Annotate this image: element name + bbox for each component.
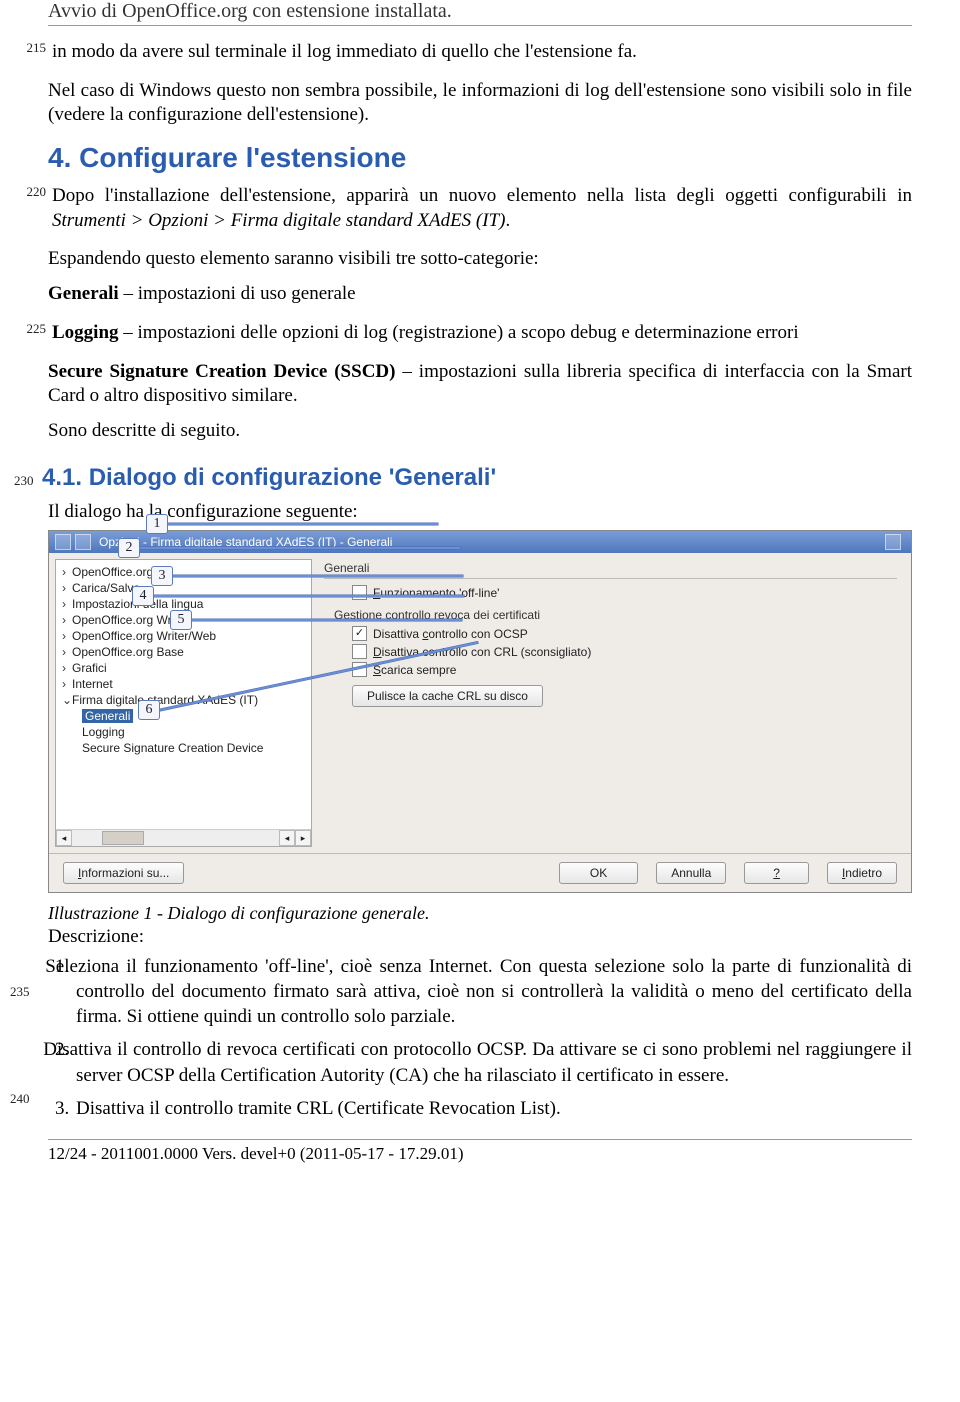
heading-4-1: 4.1. Dialogo di configurazione 'Generali… xyxy=(42,464,496,492)
tree-item[interactable]: ›OpenOffice.org xyxy=(58,564,309,580)
callout-2: 2 xyxy=(118,538,140,558)
tree-label: Grafici xyxy=(72,661,107,675)
line-number-225: 225 xyxy=(16,317,52,337)
paragraph: in modo da avere sul terminale il log im… xyxy=(52,40,912,65)
tree-label: Logging xyxy=(82,725,125,739)
text-bold: Generali xyxy=(48,283,119,304)
ok-button[interactable]: OK xyxy=(559,862,638,884)
list-item: 235 Seleziona il funzionamento 'off-line… xyxy=(74,954,912,1029)
options-dialog: Opzioni - Firma digitale standard XAdES … xyxy=(48,530,912,893)
checkbox-icon[interactable] xyxy=(352,644,367,659)
text: Disattiva il controllo di revoca certifi… xyxy=(43,1039,912,1085)
window-minimize-icon[interactable] xyxy=(885,534,901,550)
page-section-header: Avvio di OpenOffice.org con estensione i… xyxy=(48,0,912,26)
text-italic: Strumenti > Opzioni > Firma digitale sta… xyxy=(52,210,505,231)
page-footer: 12/24 - 2011001.0000 Vers. devel+0 (2011… xyxy=(48,1139,912,1164)
tree-label: OpenOffice.org xyxy=(72,565,153,579)
help-button[interactable]: ? xyxy=(744,862,809,884)
line-number-235: 235 xyxy=(10,983,38,1000)
tree-item[interactable]: ›Carica/Salva xyxy=(58,580,309,596)
scroll-left-icon[interactable]: ◂ xyxy=(279,830,295,846)
tree-label: Secure Signature Creation Device xyxy=(82,741,263,755)
text: Dopo l'installazione dell'estensione, ap… xyxy=(52,185,912,206)
list-item-sscd: Secure Signature Creation Device (SSCD) … xyxy=(48,360,912,409)
back-button[interactable]: Indietro xyxy=(827,862,897,884)
text: . xyxy=(505,210,510,231)
tree-child[interactable]: Secure Signature Creation Device xyxy=(58,740,309,756)
window-control-icon[interactable] xyxy=(55,534,71,550)
tree-item[interactable]: ›Grafici xyxy=(58,660,309,676)
figure-caption: Illustrazione 1 - Dialogo di configurazi… xyxy=(48,903,912,924)
callout-line xyxy=(168,523,438,525)
callout-4: 4 xyxy=(132,586,154,606)
callout-5: 5 xyxy=(170,610,192,630)
tree-label: OpenOffice.org Base xyxy=(72,645,184,659)
text: – impostazioni di uso generale xyxy=(119,283,356,304)
line-number-215: 215 xyxy=(16,36,52,56)
figure-dialog: 1 2 3 4 5 6 Opzioni - Firma digitale sta… xyxy=(48,530,912,893)
tree-label: OpenOffice.org Writer/Web xyxy=(72,629,216,643)
tree-item[interactable]: ›OpenOffice.org Writer/Web xyxy=(58,628,309,644)
checkbox-ocsp[interactable]: Disattiva controllo con OCSP Disattiva c… xyxy=(352,626,897,641)
callout-line xyxy=(154,595,464,597)
checkbox-label: Disattiva controllo con OCSP xyxy=(373,627,528,641)
callout-1: 1 xyxy=(146,514,168,534)
text: – impostazioni delle opzioni di log (reg… xyxy=(119,322,799,343)
clear-cache-button[interactable]: Pulisce la cache CRL su disco xyxy=(352,685,543,707)
tree-child[interactable]: Logging xyxy=(58,724,309,740)
numbered-list: 235 Seleziona il funzionamento 'off-line… xyxy=(48,954,912,1120)
text: Seleziona il funzionamento 'off-line', c… xyxy=(45,956,912,1027)
list-item: 240 Disattiva il controllo di revoca cer… xyxy=(74,1037,912,1087)
checkbox-label: FFunzionamento 'off-line'unzionamento 'o… xyxy=(373,586,499,600)
text-bold: Secure Signature Creation Device (SSCD) xyxy=(48,361,395,382)
paragraph: Nel caso di Windows questo non sembra po… xyxy=(48,79,912,128)
dialog-titlebar[interactable]: Opzioni - Firma digitale standard XAdES … xyxy=(49,531,911,553)
tree-child-selected[interactable]: Generali xyxy=(58,708,309,724)
paragraph: Dopo l'installazione dell'estensione, ap… xyxy=(52,184,912,233)
callout-line xyxy=(173,575,463,577)
window-control-icon[interactable] xyxy=(75,534,91,550)
line-number-220: 220 xyxy=(16,180,52,200)
description-label: Descrizione: xyxy=(48,926,912,948)
tree-label: Internet xyxy=(72,677,113,691)
heading-4: 4. Configurare l'estensione xyxy=(48,142,912,174)
tree-item[interactable]: ›OpenOffice.org Base xyxy=(58,644,309,660)
checkbox-icon[interactable] xyxy=(352,626,367,641)
scroll-left-icon[interactable]: ◂ xyxy=(56,830,72,846)
options-content: Generali FFunzionamento 'off-line'unzion… xyxy=(318,553,911,853)
paragraph: Il dialogo ha la configurazione seguente… xyxy=(48,500,912,525)
line-number-240: 240 xyxy=(10,1090,38,1107)
line-number-230: 230 xyxy=(14,473,42,489)
checkbox-icon[interactable] xyxy=(352,585,367,600)
cancel-button[interactable]: Annulla xyxy=(656,862,726,884)
info-button[interactable]: Informazioni su... xyxy=(63,862,184,884)
checkbox-offline[interactable]: FFunzionamento 'off-line'unzionamento 'o… xyxy=(352,585,897,600)
scroll-thumb[interactable] xyxy=(102,831,144,845)
list-item: Disattiva il controllo tramite CRL (Cert… xyxy=(74,1096,912,1121)
scroll-right-icon[interactable]: ▸ xyxy=(295,830,311,846)
text-bold: Logging xyxy=(52,322,119,343)
callout-line xyxy=(192,619,462,621)
checkbox-scarica[interactable]: Scarica sempre Scarica sempre xyxy=(352,662,897,677)
callout-6: 6 xyxy=(138,700,160,720)
callout-line xyxy=(140,547,460,549)
paragraph: Sono descritte di seguito. xyxy=(48,419,912,444)
callout-3: 3 xyxy=(151,566,173,586)
tree-label: Generali xyxy=(82,709,133,723)
list-item-logging: Logging – impostazioni delle opzioni di … xyxy=(52,321,912,346)
list-item-generali: Generali – impostazioni di uso generale xyxy=(48,282,912,307)
checkbox-label: Scarica sempre xyxy=(373,663,456,677)
tree-label: Carica/Salva xyxy=(72,581,140,595)
dialog-footer: Informazioni su... Informazioni su... OK… xyxy=(49,853,911,892)
paragraph: Espandendo questo elemento saranno visib… xyxy=(48,247,912,272)
